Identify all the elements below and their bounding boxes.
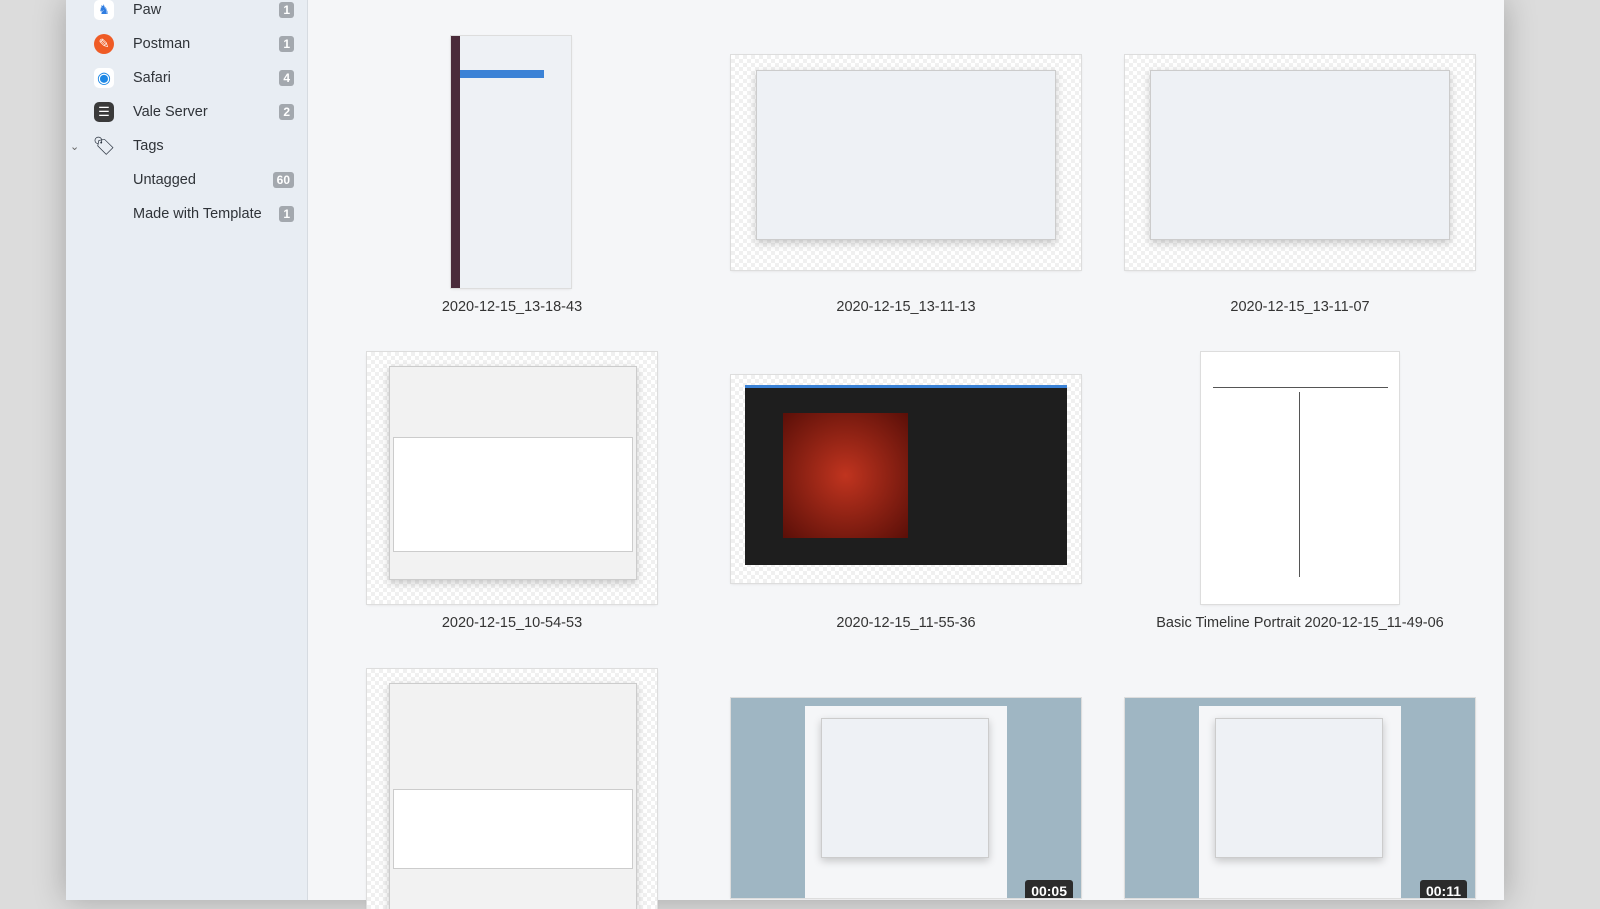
postman-app-icon: ✎ — [94, 34, 114, 54]
video-grid-item[interactable]: 00:11 — [1120, 660, 1480, 900]
video-thumbnail: 00:05 — [731, 698, 1081, 898]
video-duration: 00:05 — [1025, 880, 1073, 898]
thumbnail — [1201, 352, 1399, 604]
sidebar-item-safari[interactable]: ◉ Safari 4 — [66, 63, 308, 93]
sidebar-item-postman[interactable]: ✎ Postman 1 — [66, 29, 308, 59]
thumbnail — [731, 55, 1081, 270]
count-badge: 60 — [272, 172, 294, 188]
count-badge: 1 — [279, 206, 294, 222]
sidebar-item-vale-server[interactable]: ☰ Vale Server 2 — [66, 97, 308, 127]
app-window: ♞ Paw 1 ✎ Postman 1 ◉ Safari 4 ☰ Vale Se… — [66, 0, 1504, 909]
thumbnail — [1125, 55, 1475, 270]
count-badge: 1 — [279, 36, 294, 52]
safari-app-icon: ◉ — [94, 68, 114, 88]
chevron-down-icon[interactable]: ⌄ — [70, 140, 79, 153]
paw-app-icon: ♞ — [94, 0, 114, 20]
video-grid-item[interactable]: 00:05 — [726, 660, 1086, 900]
tag-icon: 🏷 — [92, 135, 116, 156]
video-thumbnail: 00:11 — [1125, 698, 1475, 898]
sidebar-item-made-with-template[interactable]: Made with Template 1 — [66, 199, 308, 229]
thumbnail — [451, 36, 571, 288]
thumbnail — [367, 352, 657, 604]
sidebar-item-untagged[interactable]: Untagged 60 — [66, 165, 308, 195]
grid-item[interactable]: 2020-12-15_13-11-07 — [1120, 0, 1480, 320]
thumbnail — [731, 375, 1081, 583]
grid-item[interactable]: 2020-12-15_11-55-36 — [726, 340, 1086, 640]
thumbnail — [367, 669, 657, 909]
grid-item[interactable] — [332, 660, 692, 909]
count-badge: 2 — [279, 104, 294, 120]
sidebar: ♞ Paw 1 ✎ Postman 1 ◉ Safari 4 ☰ Vale Se… — [66, 0, 308, 900]
count-badge: 1 — [279, 2, 294, 18]
grid-item[interactable]: 2020-12-15_13-11-13 — [726, 0, 1086, 320]
vale-server-app-icon: ☰ — [94, 102, 114, 122]
video-duration: 00:11 — [1419, 880, 1467, 898]
grid-item[interactable]: 2020-12-15_10-54-53 — [332, 340, 692, 640]
sidebar-item-paw[interactable]: ♞ Paw 1 — [66, 0, 308, 25]
grid-item[interactable]: 2020-12-15_13-18-43 — [332, 0, 692, 320]
grid-item[interactable]: Basic Timeline Portrait 2020-12-15_11-49… — [1120, 340, 1480, 640]
count-badge: 4 — [279, 70, 294, 86]
sidebar-item-tags[interactable]: ⌄ 🏷 Tags — [66, 131, 308, 161]
